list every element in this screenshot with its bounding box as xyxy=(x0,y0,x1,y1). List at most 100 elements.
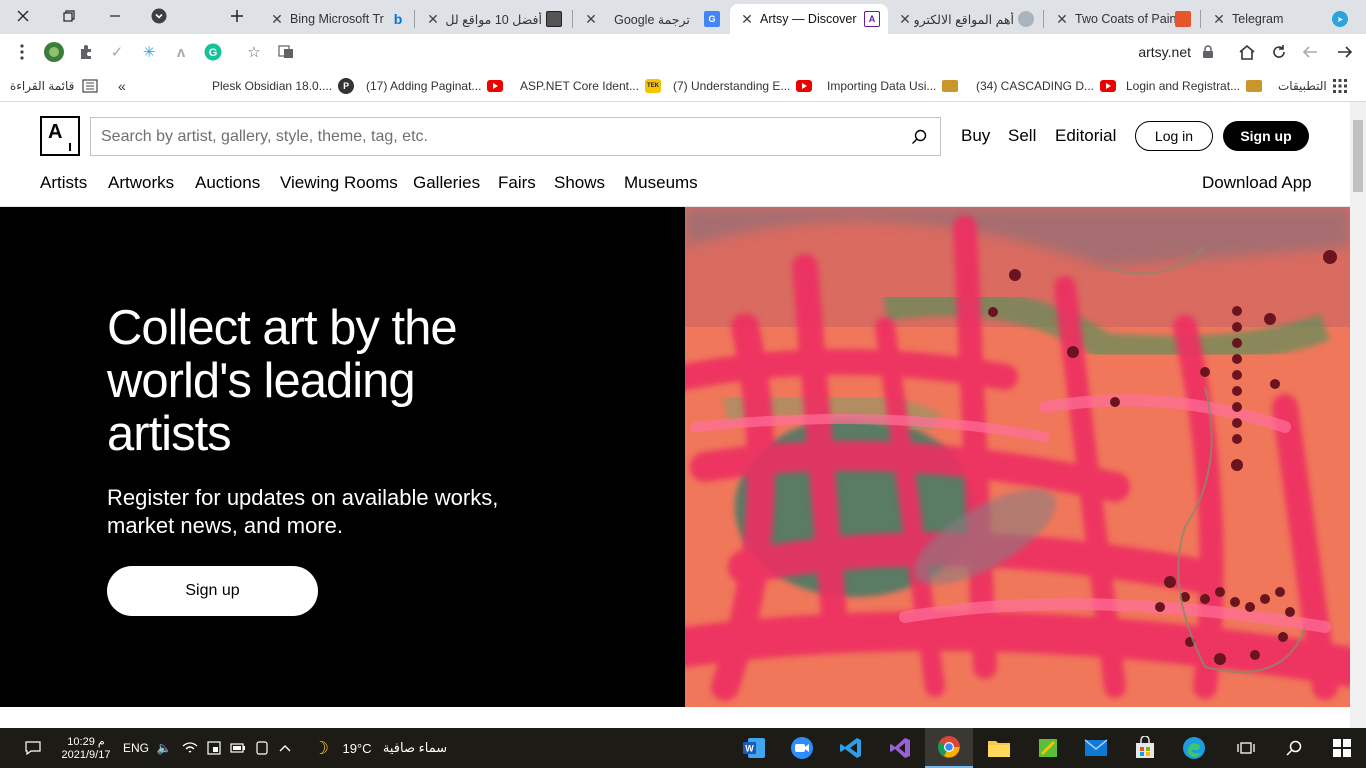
chevron-down-icon xyxy=(151,8,167,24)
home-button[interactable] xyxy=(1235,40,1259,64)
check-extension-button[interactable]: ✓ xyxy=(105,40,129,64)
artsy-logo[interactable]: A xyxy=(40,116,80,156)
close-tab-icon[interactable]: ✕ xyxy=(268,11,286,28)
nav-artworks[interactable]: Artworks xyxy=(108,173,174,193)
visual-studio-app-button[interactable] xyxy=(876,728,924,768)
notifications-button[interactable] xyxy=(22,736,44,760)
grammarly-button[interactable]: G xyxy=(201,40,225,64)
tab-title: أهم المواقع الالكترو xyxy=(914,12,1014,27)
moon-icon[interactable]: ☽ xyxy=(310,736,332,760)
scrollbar-thumb[interactable] xyxy=(1353,120,1363,192)
close-tab-icon[interactable]: ✕ xyxy=(1053,11,1071,28)
zoom-app-button[interactable] xyxy=(778,728,826,768)
nav-buy[interactable]: Buy xyxy=(961,126,990,146)
back-button[interactable] xyxy=(1332,40,1356,64)
device-icon[interactable] xyxy=(252,736,272,760)
loading-extension-button[interactable]: ✳ xyxy=(137,40,161,64)
apps-shortcut[interactable]: التطبيقات xyxy=(1278,76,1347,96)
file-explorer-app-button[interactable] xyxy=(975,728,1023,768)
hero-signup-button[interactable]: Sign up xyxy=(107,566,318,616)
nav-museums[interactable]: Museums xyxy=(624,173,698,193)
tab-title: Google ترجمة xyxy=(614,12,690,27)
bookmark-star-button[interactable]: ☆ xyxy=(242,40,266,64)
nav-galleries[interactable]: Galleries xyxy=(413,173,480,193)
close-tab-icon[interactable]: ✕ xyxy=(424,11,442,28)
bookmark-importing-data[interactable]: Importing Data Usi... xyxy=(827,76,959,96)
nav-shows[interactable]: Shows xyxy=(554,173,605,193)
tab-two-coats[interactable]: ✕ Two Coats of Pain xyxy=(1047,4,1197,34)
bookmark-plesk[interactable]: Plesk Obsidian 18.0.... P xyxy=(212,76,355,96)
battery-icon[interactable] xyxy=(228,736,248,760)
tab-bing-translator[interactable]: ✕ Bing Microsoft Tr b xyxy=(262,4,412,34)
vscode-app-button[interactable] xyxy=(827,728,875,768)
nav-artists[interactable]: Artists xyxy=(40,173,87,193)
tab-search-button[interactable] xyxy=(136,0,182,32)
bookmark-cascading[interactable]: (34) CASCADING D... xyxy=(976,76,1117,96)
minimize-window-button[interactable] xyxy=(92,0,138,32)
nav-editorial[interactable]: Editorial xyxy=(1055,126,1116,146)
tab-arabic-sites[interactable]: ✕ أهم المواقع الالكترو xyxy=(890,4,1040,34)
bookmark-aspnet-identity[interactable]: ASP.NET Core Ident... TEK xyxy=(520,76,661,96)
visual-studio-icon xyxy=(890,738,910,758)
close-window-button[interactable] xyxy=(0,0,46,32)
search-input[interactable] xyxy=(91,118,940,155)
meet-now-icon[interactable] xyxy=(204,736,224,760)
new-tab-button[interactable] xyxy=(214,0,260,32)
close-tab-icon[interactable]: ✕ xyxy=(582,11,600,28)
url-text[interactable]: artsy.net xyxy=(1138,44,1191,60)
search-taskbar-button[interactable] xyxy=(1282,736,1306,760)
profile-avatar[interactable] xyxy=(42,40,66,64)
task-view-button[interactable] xyxy=(1234,736,1258,760)
download-app-link[interactable]: Download App xyxy=(1202,173,1312,193)
tab-top10-sites[interactable]: ✕ أفضل 10 مواقع لل xyxy=(418,4,568,34)
volume-muted-icon[interactable]: 🔈 xyxy=(156,736,172,760)
wifi-icon[interactable] xyxy=(180,736,200,760)
store-app-button[interactable] xyxy=(1121,728,1169,768)
nav-fairs[interactable]: Fairs xyxy=(498,173,536,193)
close-tab-icon[interactable]: ✕ xyxy=(896,11,914,28)
site-info-button[interactable] xyxy=(1196,40,1220,64)
show-hidden-icons-button[interactable] xyxy=(276,736,294,760)
mail-icon xyxy=(1084,739,1108,756)
weather-description[interactable]: سماء صافية xyxy=(378,736,452,760)
search-icon[interactable] xyxy=(910,128,928,146)
nav-auctions[interactable]: Auctions xyxy=(195,173,260,193)
restore-icon xyxy=(63,10,75,22)
chrome-menu-button[interactable] xyxy=(10,40,34,64)
start-button[interactable] xyxy=(1330,736,1354,760)
edge-app-button[interactable] xyxy=(1170,728,1218,768)
chrome-app-button[interactable] xyxy=(925,728,973,768)
sticky-app-button[interactable] xyxy=(1024,728,1072,768)
mountain-extension-button[interactable]: ᴧ xyxy=(169,40,193,64)
translate-page-button[interactable] xyxy=(274,40,298,64)
artsy-icon: A xyxy=(864,11,880,27)
tab-artsy[interactable]: ✕ Artsy — Discover A xyxy=(730,4,888,34)
reading-list-label: قائمة القراءة xyxy=(10,79,75,93)
reading-list-button[interactable]: قائمة القراءة xyxy=(10,76,98,96)
more-bookmarks-button[interactable]: « xyxy=(118,76,126,96)
nav-sell[interactable]: Sell xyxy=(1008,126,1036,146)
bookmark-adding-pagination[interactable]: (17) Adding Paginat... xyxy=(366,76,504,96)
restore-window-button[interactable] xyxy=(46,0,92,32)
login-button[interactable]: Log in xyxy=(1135,121,1213,151)
tab-google-translate[interactable]: ✕ Google ترجمة G xyxy=(576,4,726,34)
nav-viewing-rooms[interactable]: Viewing Rooms xyxy=(280,173,398,193)
translate-icon xyxy=(278,45,293,58)
bookmark-understanding[interactable]: (7) Understanding E... xyxy=(673,76,813,96)
close-tab-icon[interactable]: ✕ xyxy=(1210,11,1228,28)
close-tab-icon[interactable]: ✕ xyxy=(738,11,756,28)
wifi-signal-icon xyxy=(182,742,198,753)
forward-button[interactable] xyxy=(1299,40,1323,64)
reload-button[interactable] xyxy=(1267,40,1291,64)
language-indicator[interactable]: ENG xyxy=(122,736,150,760)
tab-telegram[interactable]: ✕ Telegram ➤ xyxy=(1204,4,1354,34)
mail-app-button[interactable] xyxy=(1072,728,1120,768)
bookmark-login-registration[interactable]: Login and Registrat... xyxy=(1126,76,1263,96)
clock[interactable]: 10:29 م 2021/9/17 xyxy=(56,734,116,764)
word-app-button[interactable]: W xyxy=(730,728,778,768)
bookmark-label: التطبيقات xyxy=(1278,79,1327,93)
page-scrollbar[interactable] xyxy=(1350,102,1366,728)
weather-temperature[interactable]: 19°C xyxy=(340,736,374,760)
signup-button[interactable]: Sign up xyxy=(1223,121,1309,151)
extensions-button[interactable] xyxy=(74,40,98,64)
